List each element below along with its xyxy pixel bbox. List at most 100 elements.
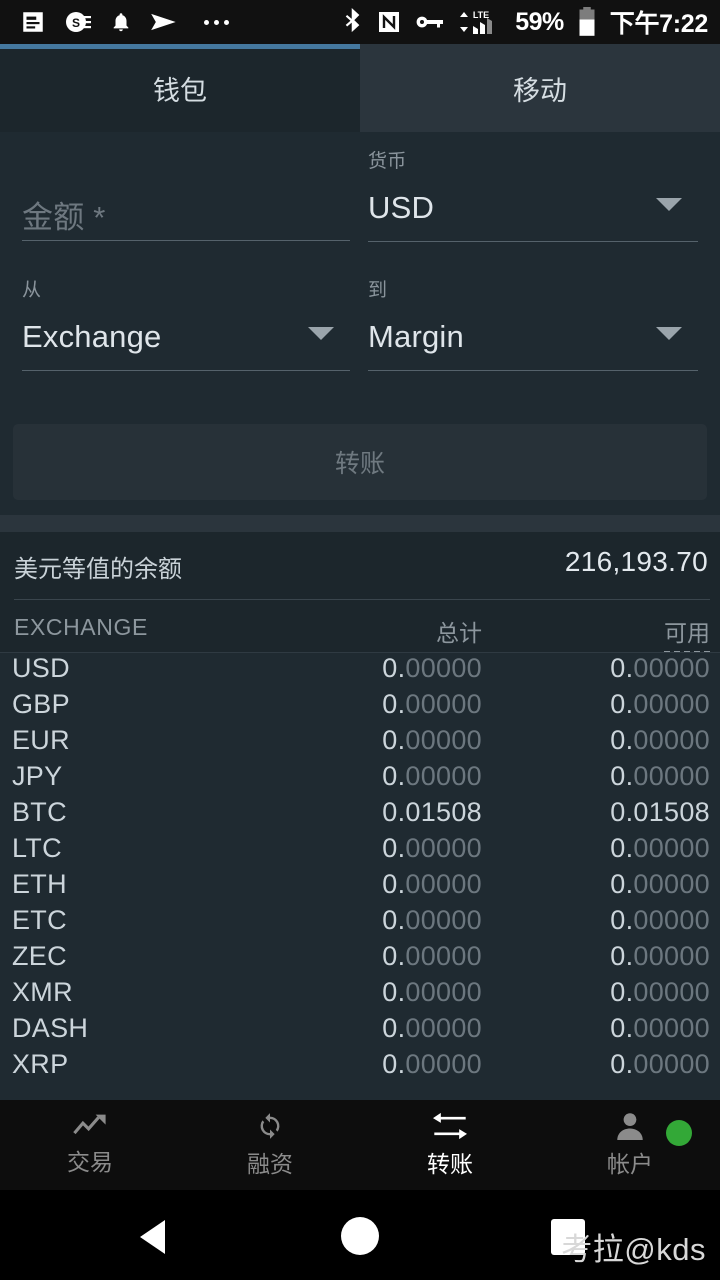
amount-field[interactable]: 金额 * [22,192,350,241]
section-separator [0,515,720,532]
chevron-down-icon[interactable] [656,327,682,340]
cell-available: 0.00000 [610,1013,710,1043]
nav-item-account-label: 帐户 [607,1150,653,1177]
vpn-key-icon [416,16,444,28]
table-row[interactable]: EUR 0.00000 0.00000 [0,725,720,761]
table-row[interactable]: ETH 0.00000 0.00000 [0,869,720,905]
cell-available: 0.01508 [610,797,710,827]
balance-summary-row: 美元等值的余额 216,193.70 [0,532,720,600]
to-field[interactable]: 到 Margin [368,275,698,371]
cell-currency: ETH [12,869,67,899]
cell-available: 0.00000 [610,1049,710,1079]
phone-screen: S LTE 59% 下午7:22 钱包 移动 金额 * 货币 USD 从 Exc… [0,0,720,1280]
tab-wallet-label: 钱包 [153,75,207,106]
from-field[interactable]: 从 Exchange [22,275,350,371]
nav-item-account[interactable]: 帐户 [540,1100,720,1190]
back-icon[interactable] [140,1220,165,1254]
cell-total: 0.00000 [382,941,482,971]
bell-icon [113,13,129,32]
table-row[interactable]: USD 0.00000 0.00000 [0,653,720,689]
tab-wallet[interactable]: 钱包 [0,44,360,132]
tab-bar: 钱包 移动 [0,44,720,132]
android-navigation-bar: 考拉@kds [0,1190,720,1280]
table-row[interactable]: GBP 0.00000 0.00000 [0,689,720,725]
to-underline [368,370,698,371]
cell-available: 0.00000 [610,689,710,719]
currency-label: 货币 [368,151,407,172]
cell-total: 0.00000 [382,905,482,935]
lte-signal-icon: LTE [460,10,493,34]
cell-currency: GBP [12,689,70,719]
table-row[interactable]: XMR 0.00000 0.00000 [0,977,720,1013]
cell-total: 0.00000 [382,725,482,755]
cell-total: 0.00000 [382,761,482,791]
cell-available: 0.00000 [610,653,710,683]
cell-available: 0.00000 [610,869,710,899]
cell-total: 0.00000 [382,833,482,863]
tab-move-label: 移动 [513,75,567,106]
nav-item-trade-label: 交易 [67,1148,113,1175]
cell-currency: BTC [12,797,67,827]
tab-selected-indicator [0,44,360,49]
table-row[interactable]: JPY 0.00000 0.00000 [0,761,720,797]
home-icon[interactable] [341,1217,379,1255]
balance-value: 216,193.70 [564,546,708,577]
cell-available: 0.00000 [610,977,710,1007]
cell-available: 0.00000 [610,905,710,935]
table-row[interactable]: BTC 0.01508 0.01508 [0,797,720,833]
balance-label: 美元等值的余额 [14,556,182,583]
amount-underline [22,240,350,241]
from-label: 从 [22,280,42,301]
cell-total: 0.00000 [382,977,482,1007]
chevron-down-icon[interactable] [656,198,682,211]
cell-available: 0.00000 [610,725,710,755]
svg-text:LTE: LTE [473,10,489,20]
svg-text:S: S [72,16,80,30]
cell-currency: LTC [12,833,62,863]
online-status-dot [666,1120,692,1146]
transfer-form-card: 金额 * 货币 USD 从 Exchange 到 Margin 转账 [0,132,720,515]
transfer-submit-button[interactable]: 转账 [13,424,707,500]
from-value: Exchange [22,319,162,354]
cell-currency: DASH [12,1013,89,1043]
currency-underline [368,241,698,242]
column-header-total[interactable]: 总计 [436,614,482,648]
cell-total: 0.00000 [382,1013,482,1043]
balances-table-header: EXCHANGE 总计 可用 [0,600,720,653]
trending-up-icon [73,1114,106,1134]
table-row[interactable]: XRP 0.00000 0.00000 [0,1049,720,1085]
cell-total: 0.00000 [382,653,482,683]
table-row[interactable]: LTC 0.00000 0.00000 [0,833,720,869]
cell-total: 0.01508 [382,797,482,827]
column-header-available[interactable]: 可用 [664,614,710,653]
cell-currency: USD [12,653,70,683]
se-badge-icon: S [66,12,91,32]
table-row[interactable]: ETC 0.00000 0.00000 [0,905,720,941]
to-value: Margin [368,319,464,354]
balances-table-body[interactable]: USD 0.00000 0.00000 GBP 0.00000 0.00000 EUR 0.0… [0,653,720,1100]
cell-currency: ETC [12,905,67,935]
nav-item-transfer[interactable]: 转账 [360,1100,540,1190]
cell-total: 0.00000 [382,689,482,719]
amount-input-placeholder: 金额 * [22,200,106,235]
column-header-exchange: EXCHANGE [14,614,148,640]
send-icon [151,13,176,31]
transfer-arrows-icon [433,1112,467,1139]
table-row[interactable]: ZEC 0.00000 0.00000 [0,941,720,977]
cell-available: 0.00000 [610,833,710,863]
currency-field[interactable]: 货币 USD [368,146,698,242]
overflow-dots-icon [204,19,229,25]
chevron-down-icon[interactable] [308,327,334,340]
tab-move[interactable]: 移动 [360,44,720,132]
article-icon [23,12,43,32]
cell-total: 0.00000 [382,869,482,899]
nav-item-funding[interactable]: 融资 [180,1100,360,1190]
cell-currency: ZEC [12,941,67,971]
clock-label: 下午7:22 [609,10,709,38]
table-row[interactable]: DASH 0.00000 0.00000 [0,1013,720,1049]
currency-value: USD [368,190,435,225]
status-bar: S LTE 59% 下午7:22 [0,0,720,44]
status-bar-right-icons: LTE 59% 下午7:22 [343,4,720,40]
nav-item-trade[interactable]: 交易 [0,1100,180,1190]
battery-percent-label: 59% [515,7,564,36]
